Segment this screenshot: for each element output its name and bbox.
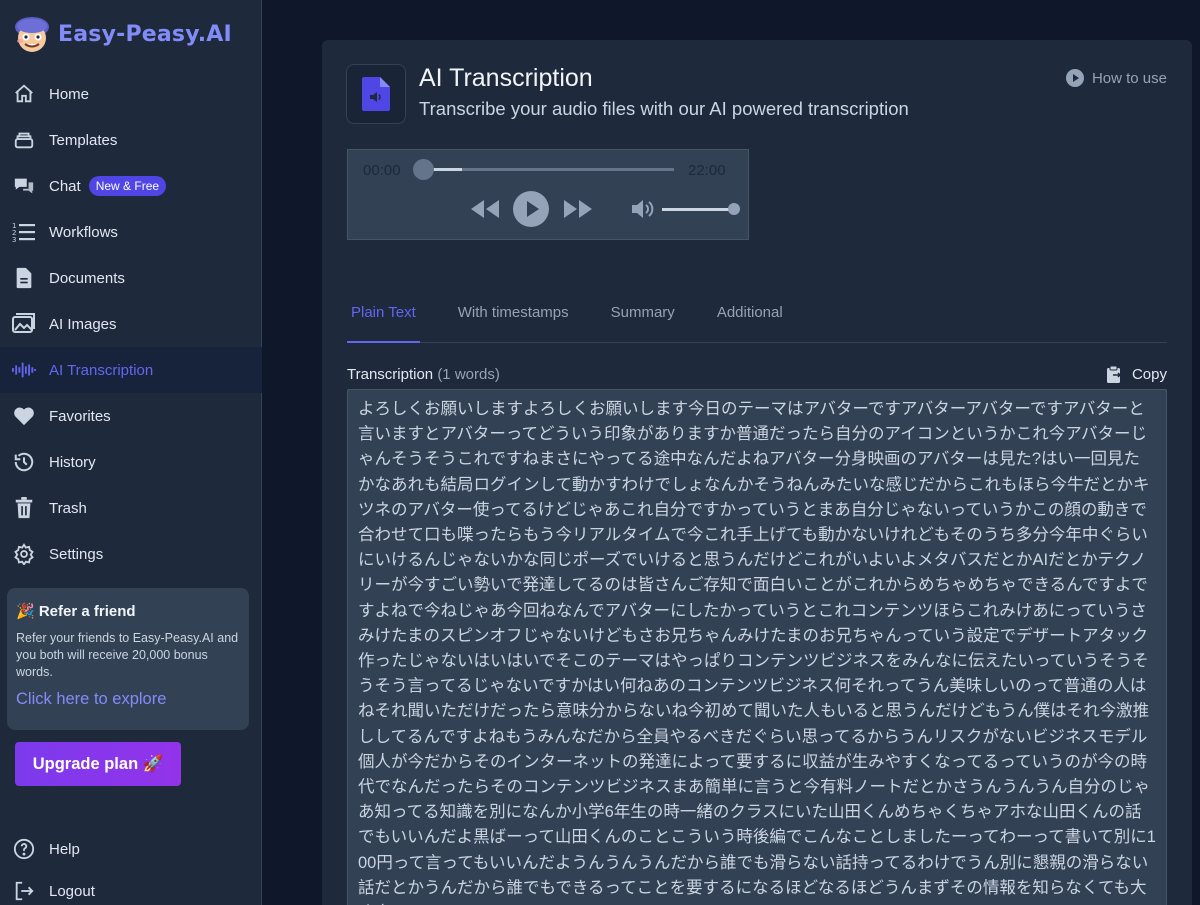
audio-file-icon [346,64,406,124]
sidebar-item-ai-images[interactable]: AI Images [0,301,262,347]
transcription-textarea[interactable]: よろしくお願いしますよろしくお願いします今日のテーマはアバターですアバターアバタ… [347,389,1167,905]
volume-button[interactable] [631,198,655,225]
sidebar: Easy-Peasy.AI Home Templates Chat New & … [0,0,262,905]
fast-forward-button[interactable] [563,198,593,225]
sidebar-item-templates[interactable]: Templates [0,117,262,163]
refer-explore-link[interactable]: Click here to explore [16,690,240,709]
document-icon [12,266,36,290]
sidebar-item-label: History [49,453,96,471]
tab-plain-text[interactable]: Plain Text [347,304,420,343]
copy-button[interactable]: Copy [1106,365,1167,383]
sidebar-nav: Home Templates Chat New & Free 123 Workf… [0,71,262,577]
play-circle-icon [1065,69,1084,87]
sidebar-item-home[interactable]: Home [0,71,262,117]
refer-title: 🎉 Refer a friend [16,603,136,620]
brand-logo[interactable]: Easy-Peasy.AI [10,14,232,54]
svg-text:3: 3 [12,236,16,244]
sidebar-item-label: AI Images [49,315,117,333]
sidebar-item-workflows[interactable]: 123 Workflows [0,209,262,255]
sidebar-item-label: Favorites [49,407,111,425]
current-time: 00:00 [363,162,401,179]
transcription-card: AI Transcription Transcribe your audio f… [322,40,1192,905]
new-badge: New & Free [88,176,167,196]
sidebar-item-label: Help [49,840,80,858]
sidebar-item-label: Settings [49,545,104,563]
sidebar-item-label: Chat [49,177,81,195]
gear-icon [12,542,36,566]
sidebar-item-history[interactable]: History [0,439,262,485]
sidebar-item-label: Workflows [49,223,118,241]
clipboard-icon [1106,365,1122,383]
play-button[interactable] [513,191,549,232]
page-title: AI Transcription [419,64,593,92]
sidebar-item-trash[interactable]: Trash [0,485,262,531]
heart-icon [12,404,36,428]
tab-additional[interactable]: Additional [713,304,787,343]
sidebar-item-documents[interactable]: Documents [0,255,262,301]
volume-icon [632,200,654,218]
sidebar-item-help[interactable]: Help [0,826,262,872]
how-to-use-label: How to use [1091,69,1167,87]
transcription-heading: Transcription (1 words) [347,366,500,383]
waveform-icon [12,358,36,382]
sidebar-item-ai-transcription[interactable]: AI Transcription [0,347,262,393]
transcription-label: Transcription [347,366,434,383]
copy-label: Copy [1131,365,1167,383]
page-subtitle: Transcribe your audio files with our AI … [419,98,909,119]
fast-forward-icon [564,200,592,218]
progress-track[interactable] [422,168,674,171]
sidebar-item-favorites[interactable]: Favorites [0,393,262,439]
sidebar-item-chat[interactable]: Chat New & Free [0,163,262,209]
home-icon [12,82,36,106]
transcription-tabs: Plain Text With timestamps Summary Addit… [347,304,1167,343]
workflows-icon: 123 [12,220,36,244]
rewind-icon [471,200,499,218]
sidebar-item-label: Documents [49,269,125,287]
audio-player: 00:00 22:00 [347,149,749,240]
sidebar-item-label: Templates [49,131,118,149]
volume-knob[interactable] [728,203,740,215]
refer-description: Refer your friends to Easy-Peasy.AI and … [16,631,239,679]
history-icon [12,450,36,474]
progress-knob[interactable] [413,159,434,180]
upgrade-plan-button[interactable]: Upgrade plan 🚀 [15,742,181,786]
how-to-use-link[interactable]: How to use [1065,69,1167,87]
word-count: (1 words) [437,366,500,383]
sidebar-item-label: Logout [49,882,95,900]
sidebar-item-settings[interactable]: Settings [0,531,262,577]
mascot-logo-icon [10,14,54,54]
tab-summary[interactable]: Summary [607,304,679,343]
sidebar-item-logout[interactable]: Logout [0,872,262,905]
brand-name: Easy-Peasy.AI [58,21,232,47]
refer-a-friend-card: 🎉 Refer a friend Refer your friends to E… [7,588,249,730]
sidebar-item-label: AI Transcription [49,361,154,379]
sidebar-bottom-nav: Help Logout [0,826,262,905]
sidebar-item-label: Home [49,85,90,103]
duration-time: 22:00 [688,162,726,179]
volume-track[interactable] [662,208,734,211]
sidebar-item-label: Trash [49,499,87,517]
templates-icon [12,128,36,152]
rewind-button[interactable] [470,198,500,225]
help-icon [12,837,36,861]
play-icon [513,191,549,227]
chat-icon [12,174,36,198]
tab-with-timestamps[interactable]: With timestamps [454,304,573,343]
logout-icon [12,879,36,903]
images-icon [12,312,36,336]
trash-icon [12,496,36,520]
